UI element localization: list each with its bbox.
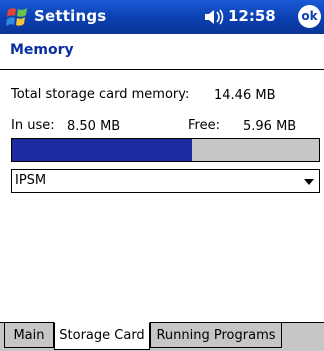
- tab-storage-card[interactable]: Storage Card: [54, 322, 150, 350]
- speaker-icon[interactable]: [204, 9, 226, 25]
- start-menu-icon[interactable]: [5, 5, 31, 29]
- tab-running-programs[interactable]: Running Programs: [150, 322, 282, 348]
- tab-running-programs-label: Running Programs: [156, 328, 276, 343]
- title-divider: [0, 69, 324, 70]
- memory-usage-bar: [11, 138, 320, 162]
- total-memory-label: Total storage card memory:: [11, 87, 190, 102]
- clock[interactable]: 12:58: [228, 7, 276, 25]
- in-use-label: In use:: [11, 118, 55, 133]
- title-bar: Settings 12:58 ok: [0, 0, 324, 34]
- total-memory-value: 14.46 MB: [214, 88, 276, 103]
- tab-main-label: Main: [13, 328, 45, 343]
- chevron-down-icon[interactable]: [304, 179, 314, 185]
- free-label: Free:: [188, 118, 220, 133]
- storage-card-select[interactable]: IPSM: [11, 169, 320, 193]
- page-title: Memory: [10, 42, 74, 58]
- memory-usage-fill: [12, 139, 193, 161]
- app-title: Settings: [34, 7, 107, 25]
- ok-button[interactable]: ok: [298, 5, 321, 28]
- free-value: 5.96 MB: [243, 119, 297, 134]
- tab-main[interactable]: Main: [4, 322, 54, 348]
- in-use-value: 8.50 MB: [67, 119, 121, 134]
- storage-card-select-value: IPSM: [15, 173, 47, 188]
- tab-strip: Main Storage Card Running Programs: [0, 322, 324, 351]
- tab-storage-card-label: Storage Card: [59, 328, 145, 343]
